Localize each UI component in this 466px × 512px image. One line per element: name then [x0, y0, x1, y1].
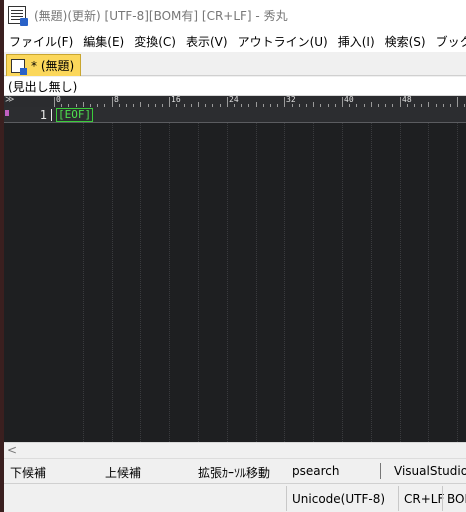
column-guide-line	[284, 123, 285, 442]
cursor-line-underline	[4, 122, 466, 123]
status-bar: Unicode(UTF-8) CR+LF BOM	[4, 483, 466, 512]
tab-untitled[interactable]: * (無題)	[6, 54, 82, 76]
ruler-corner-icon[interactable]: ≫	[5, 96, 14, 105]
ruler-number: 32	[286, 96, 297, 104]
status-separator	[398, 486, 399, 511]
menu-insert[interactable]: 挿入(I)	[333, 33, 380, 50]
ruler-tick	[284, 97, 285, 107]
ruler-tick	[457, 97, 458, 107]
column-ruler[interactable]: 0 8 16 24 32 40 48	[54, 96, 466, 107]
fkey-visualstudio[interactable]: VisualStudio	[394, 464, 466, 478]
menu-bar: ファイル(F) 編集(E) 変換(C) 表示(V) アウトライン(U) 挿入(I…	[4, 30, 466, 52]
function-key-bar: 下候補 上候補 拡張ｶｰｿﾙ移動 psearch VisualStudio	[4, 458, 466, 483]
eof-marker: [EOF]	[56, 108, 94, 122]
column-guide-line	[112, 123, 113, 442]
fkey-separator	[380, 463, 381, 479]
line-number: 1	[39, 108, 47, 122]
headline-bar[interactable]: (見出し無し)	[4, 77, 466, 96]
ruler-number: 48	[402, 96, 413, 104]
menu-bookmark[interactable]: ブックマーク(M)	[431, 33, 466, 50]
menu-view[interactable]: 表示(V)	[181, 33, 233, 50]
menu-search[interactable]: 検索(S)	[380, 33, 431, 50]
status-encoding[interactable]: Unicode(UTF-8)	[292, 492, 385, 506]
column-guide-line	[140, 123, 141, 442]
column-guide-line	[428, 123, 429, 442]
column-guide-line	[198, 123, 199, 442]
column-guide-line	[227, 123, 228, 442]
tab-bar: * (無題)	[4, 52, 466, 76]
horizontal-scrollbar[interactable]: <	[4, 442, 466, 458]
current-line[interactable]: 1 [EOF]	[4, 107, 466, 123]
column-guide-line	[256, 123, 257, 442]
fkey-next-candidate[interactable]: 下候補	[10, 464, 46, 481]
fkey-psearch[interactable]: psearch	[292, 464, 339, 478]
column-guide-line	[169, 123, 170, 442]
ruler-tick	[342, 97, 343, 107]
ruler-number: 40	[344, 96, 355, 104]
ruler-tick	[112, 97, 113, 107]
editor-area[interactable]: ≫ 0 8 16 24 32 40 48 1 [EOF]	[4, 96, 466, 442]
column-guide-line	[313, 123, 314, 442]
menu-convert[interactable]: 変換(C)	[129, 33, 181, 50]
ruler-tick	[169, 97, 170, 107]
status-separator	[442, 486, 443, 511]
document-icon	[11, 58, 27, 75]
ruler-tick	[400, 97, 401, 107]
ruler-number: 24	[229, 96, 240, 104]
ruler-tick	[54, 97, 55, 107]
ruler-number: 8	[114, 96, 120, 104]
menu-outline[interactable]: アウトライン(U)	[233, 33, 333, 50]
ruler-number: 0	[56, 96, 62, 104]
headline-text: (見出し無し)	[8, 79, 78, 94]
window-title: (無題)(更新) [UTF-8][BOM有] [CR+LF] - 秀丸	[34, 8, 288, 23]
scroll-left-arrow-icon[interactable]: <	[7, 443, 17, 457]
menu-file[interactable]: ファイル(F)	[4, 33, 78, 50]
ruler-bar[interactable]: ≫ 0 8 16 24 32 40 48	[4, 96, 466, 107]
hidemaru-app-icon[interactable]	[8, 6, 28, 26]
ruler-tick	[227, 97, 228, 107]
ruler-number: 16	[171, 96, 182, 104]
fkey-prev-candidate[interactable]: 上候補	[105, 464, 141, 481]
menu-edit[interactable]: 編集(E)	[78, 33, 129, 50]
tab-label: * (無題)	[31, 59, 75, 73]
fkey-extended-cursor-move[interactable]: 拡張ｶｰｿﾙ移動	[198, 464, 270, 481]
status-bom[interactable]: BOM	[447, 492, 466, 506]
column-guide-line	[83, 123, 84, 442]
column-guide-line	[457, 123, 458, 442]
column-guide-line	[371, 123, 372, 442]
column-guide-line	[400, 123, 401, 442]
status-line-ending[interactable]: CR+LF	[404, 492, 444, 506]
gutter-separator	[51, 109, 52, 121]
status-separator	[286, 486, 287, 511]
column-guide-line	[342, 123, 343, 442]
title-bar: (無題)(更新) [UTF-8][BOM有] [CR+LF] - 秀丸	[4, 0, 466, 30]
